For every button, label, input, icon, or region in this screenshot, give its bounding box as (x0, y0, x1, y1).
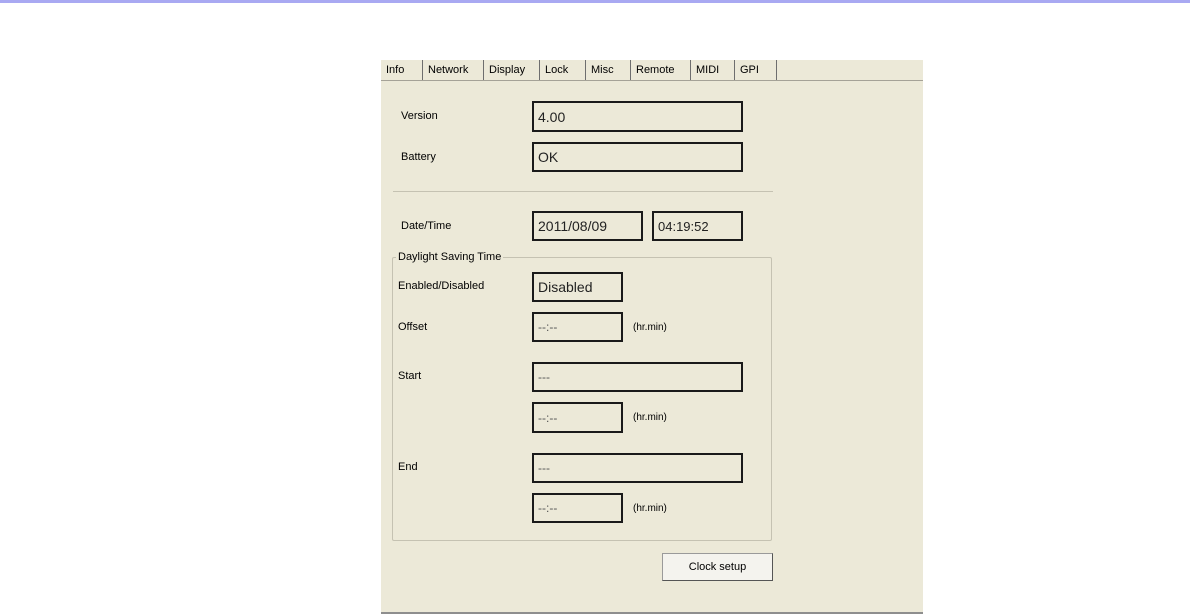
dst-offset-unit: (hr.min) (633, 322, 667, 333)
dst-end-time-field: --:-- (532, 493, 623, 523)
version-label: Version (401, 110, 438, 122)
tab-info[interactable]: Info (381, 60, 423, 80)
dst-end-unit: (hr.min) (633, 503, 667, 514)
tab-misc[interactable]: Misc (586, 60, 631, 80)
dst-start-label: Start (398, 370, 422, 382)
dst-end-label: End (398, 461, 418, 473)
tab-gpi[interactable]: GPI (735, 60, 777, 80)
dst-start-date-field: --- (532, 362, 743, 392)
separator (393, 191, 773, 192)
dst-offset-label: Offset (398, 321, 428, 333)
settings-panel: Info Network Display Lock Misc Remote MI… (381, 60, 923, 614)
window-top-border (0, 0, 1190, 3)
tab-network[interactable]: Network (423, 60, 484, 80)
tab-midi[interactable]: MIDI (691, 60, 735, 80)
dst-end-date-field: --- (532, 453, 743, 483)
datetime-label: Date/Time (401, 220, 452, 232)
tab-display[interactable]: Display (484, 60, 540, 80)
version-field: 4.00 (532, 101, 743, 132)
clock-setup-button[interactable]: Clock setup (662, 553, 773, 581)
date-field: 2011/08/09 (532, 211, 643, 241)
tab-remote[interactable]: Remote (631, 60, 691, 80)
dst-enabled-label: Enabled/Disabled (398, 280, 485, 292)
dst-start-unit: (hr.min) (633, 412, 667, 423)
tab-bar: Info Network Display Lock Misc Remote MI… (381, 60, 923, 81)
battery-field: OK (532, 142, 743, 172)
dst-enabled-field: Disabled (532, 272, 623, 302)
dst-group-title: Daylight Saving Time (396, 251, 504, 263)
dst-offset-field: --:-- (532, 312, 623, 342)
battery-label: Battery (401, 151, 436, 163)
tab-lock[interactable]: Lock (540, 60, 586, 80)
dst-start-time-field: --:-- (532, 402, 623, 433)
time-field: 04:19:52 (652, 211, 743, 241)
